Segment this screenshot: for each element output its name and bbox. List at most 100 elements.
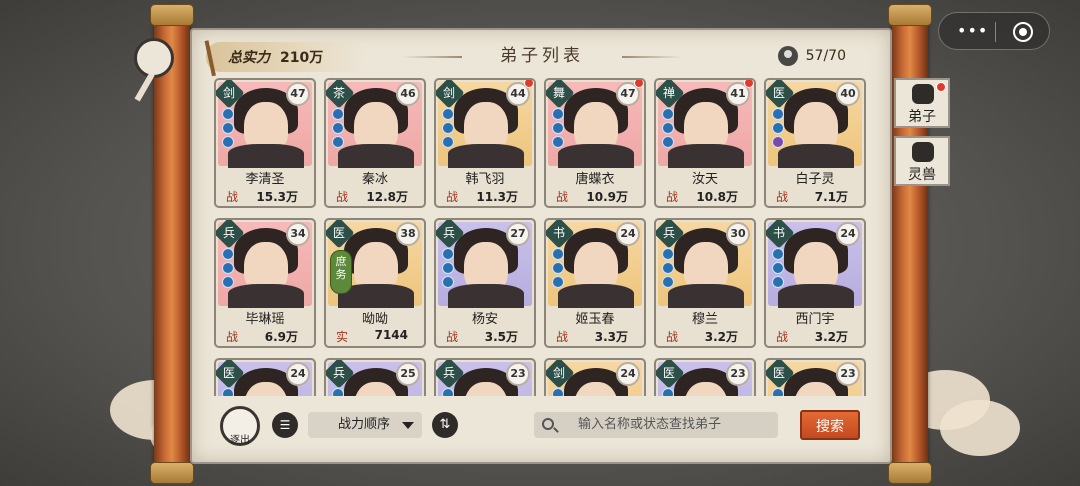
element-orbs: [332, 388, 344, 396]
orb-icon: [772, 388, 784, 396]
notification-dot: [634, 80, 644, 88]
portrait-body: [338, 144, 414, 168]
stat-label: 战: [446, 190, 459, 204]
stat-value: 3.5万: [484, 330, 518, 344]
swap-icon[interactable]: ⇅: [432, 412, 458, 438]
search-button[interactable]: 搜索: [800, 410, 860, 440]
orb-icon: [332, 388, 344, 396]
disciple-stat: 战 7.1万: [772, 188, 860, 205]
level-badge: 24: [286, 362, 310, 386]
notification-dot: [936, 82, 946, 92]
orb-icon: [332, 122, 344, 134]
close-target-icon[interactable]: [1013, 22, 1033, 42]
disciple-grid-scroll[interactable]: 剑 47 李清圣 战 15.3万 茶 46 秦冰 战 12.8万 剑 44 韩飞…: [214, 78, 870, 396]
disciple-stat: 战 10.8万: [662, 188, 750, 205]
level-badge: 23: [726, 362, 750, 386]
disciple-name: 唐蝶衣: [575, 172, 615, 187]
disciple-card[interactable]: 剑 47 李清圣 战 15.3万: [214, 78, 316, 208]
orb-icon: [662, 122, 674, 134]
orb-icon: [222, 276, 234, 288]
disciple-card[interactable]: 禅 41 汝天 战 10.8万: [654, 78, 756, 208]
search-input[interactable]: 输入名称或状态查找弟子: [534, 412, 778, 438]
disciple-name: 毕琳瑶: [245, 312, 285, 327]
stat-value: 15.3万: [256, 190, 298, 204]
disciple-card[interactable]: 兵 34 毕琳瑶 战 6.9万: [214, 218, 316, 348]
orb-icon: [442, 276, 454, 288]
stat-label: 战: [556, 190, 569, 204]
disciple-card[interactable]: 医庶务 38 呦呦 实 7144: [324, 218, 426, 348]
level-badge: 24: [616, 222, 640, 246]
orb-icon: [552, 248, 564, 260]
orb-icon: [442, 136, 454, 148]
portrait-body: [778, 284, 854, 308]
element-orbs: [222, 108, 234, 148]
stat-label: 战: [336, 190, 349, 204]
disciple-card[interactable]: 剑 44 韩飞羽 战 11.3万: [434, 78, 536, 208]
orb-icon: [662, 248, 674, 260]
orb-icon: [552, 122, 564, 134]
level-badge: 24: [836, 222, 860, 246]
disciple-card[interactable]: 书 24 西门宇 战 3.2万: [764, 218, 866, 348]
stat-label: 战: [226, 330, 239, 344]
orb-icon: [662, 388, 674, 396]
orb-icon: [442, 122, 454, 134]
disciple-card[interactable]: 兵 25: [324, 358, 426, 396]
stat-value: 10.9万: [586, 190, 628, 204]
stat-value: 6.9万: [264, 330, 298, 344]
list-icon[interactable]: ☰: [272, 412, 298, 438]
search-placeholder: 输入名称或状态查找弟子: [578, 417, 722, 432]
stat-label: 实: [336, 330, 349, 344]
capsule-divider: [995, 22, 996, 42]
disciple-card[interactable]: 剑 24: [544, 358, 646, 396]
disciple-stat: 战 3.2万: [772, 328, 860, 345]
orb-icon: [552, 276, 564, 288]
disciple-card[interactable]: 舞 47 唐蝶衣 战 10.9万: [544, 78, 646, 208]
orb-icon: [222, 262, 234, 274]
tab-disciples-label: 弟子: [908, 109, 936, 125]
sort-dropdown[interactable]: 战力顺序: [308, 412, 422, 438]
element-orbs: [222, 388, 234, 396]
more-icon[interactable]: •••: [957, 21, 988, 40]
orb-icon: [772, 262, 784, 274]
total-power-value: 210万: [280, 50, 324, 66]
element-orbs: [332, 108, 344, 148]
portrait-body: [228, 144, 304, 168]
disciple-card[interactable]: 兵 23: [434, 358, 536, 396]
disciple-icon: [912, 84, 934, 104]
element-orbs: [442, 388, 454, 396]
disciple-card[interactable]: 医 23: [764, 358, 866, 396]
stat-label: 战: [226, 190, 239, 204]
disciple-card[interactable]: 茶 46 秦冰 战 12.8万: [324, 78, 426, 208]
portrait-body: [778, 144, 854, 168]
orb-icon: [222, 388, 234, 396]
stat-value: 3.2万: [814, 330, 848, 344]
disciple-name: 杨安: [471, 312, 498, 327]
close-emblem-icon[interactable]: [134, 38, 174, 78]
level-badge: 38: [396, 222, 420, 246]
portrait-body: [228, 284, 304, 308]
disciple-card[interactable]: 医 40 白子灵 战 7.1万: [764, 78, 866, 208]
portrait-body: [448, 284, 524, 308]
element-orbs: [442, 248, 454, 288]
element-orbs: [772, 388, 784, 396]
level-badge: 27: [506, 222, 530, 246]
orb-icon: [222, 122, 234, 134]
orb-icon: [332, 108, 344, 120]
tab-beasts-label: 灵兽: [908, 167, 936, 183]
expel-button[interactable]: 逐出: [220, 406, 260, 446]
disciple-card[interactable]: 医 24: [214, 358, 316, 396]
orb-icon: [772, 122, 784, 134]
sort-label: 战力顺序: [338, 417, 391, 432]
disciple-card[interactable]: 兵 30 穆兰 战 3.2万: [654, 218, 756, 348]
disciple-grid: 剑 47 李清圣 战 15.3万 茶 46 秦冰 战 12.8万 剑 44 韩飞…: [214, 78, 870, 396]
element-orbs: [772, 108, 784, 148]
disciple-card[interactable]: 书 24 姬玉春 战 3.3万: [544, 218, 646, 348]
tab-beasts[interactable]: 灵兽: [894, 136, 950, 186]
disciple-stat: 战 11.3万: [442, 188, 530, 205]
disciple-card[interactable]: 兵 27 杨安 战 3.5万: [434, 218, 536, 348]
tab-disciples[interactable]: 弟子: [894, 78, 950, 128]
disciple-card[interactable]: 医 23: [654, 358, 756, 396]
element-orbs: [662, 248, 674, 288]
portrait-body: [558, 284, 634, 308]
orb-icon: [662, 276, 674, 288]
